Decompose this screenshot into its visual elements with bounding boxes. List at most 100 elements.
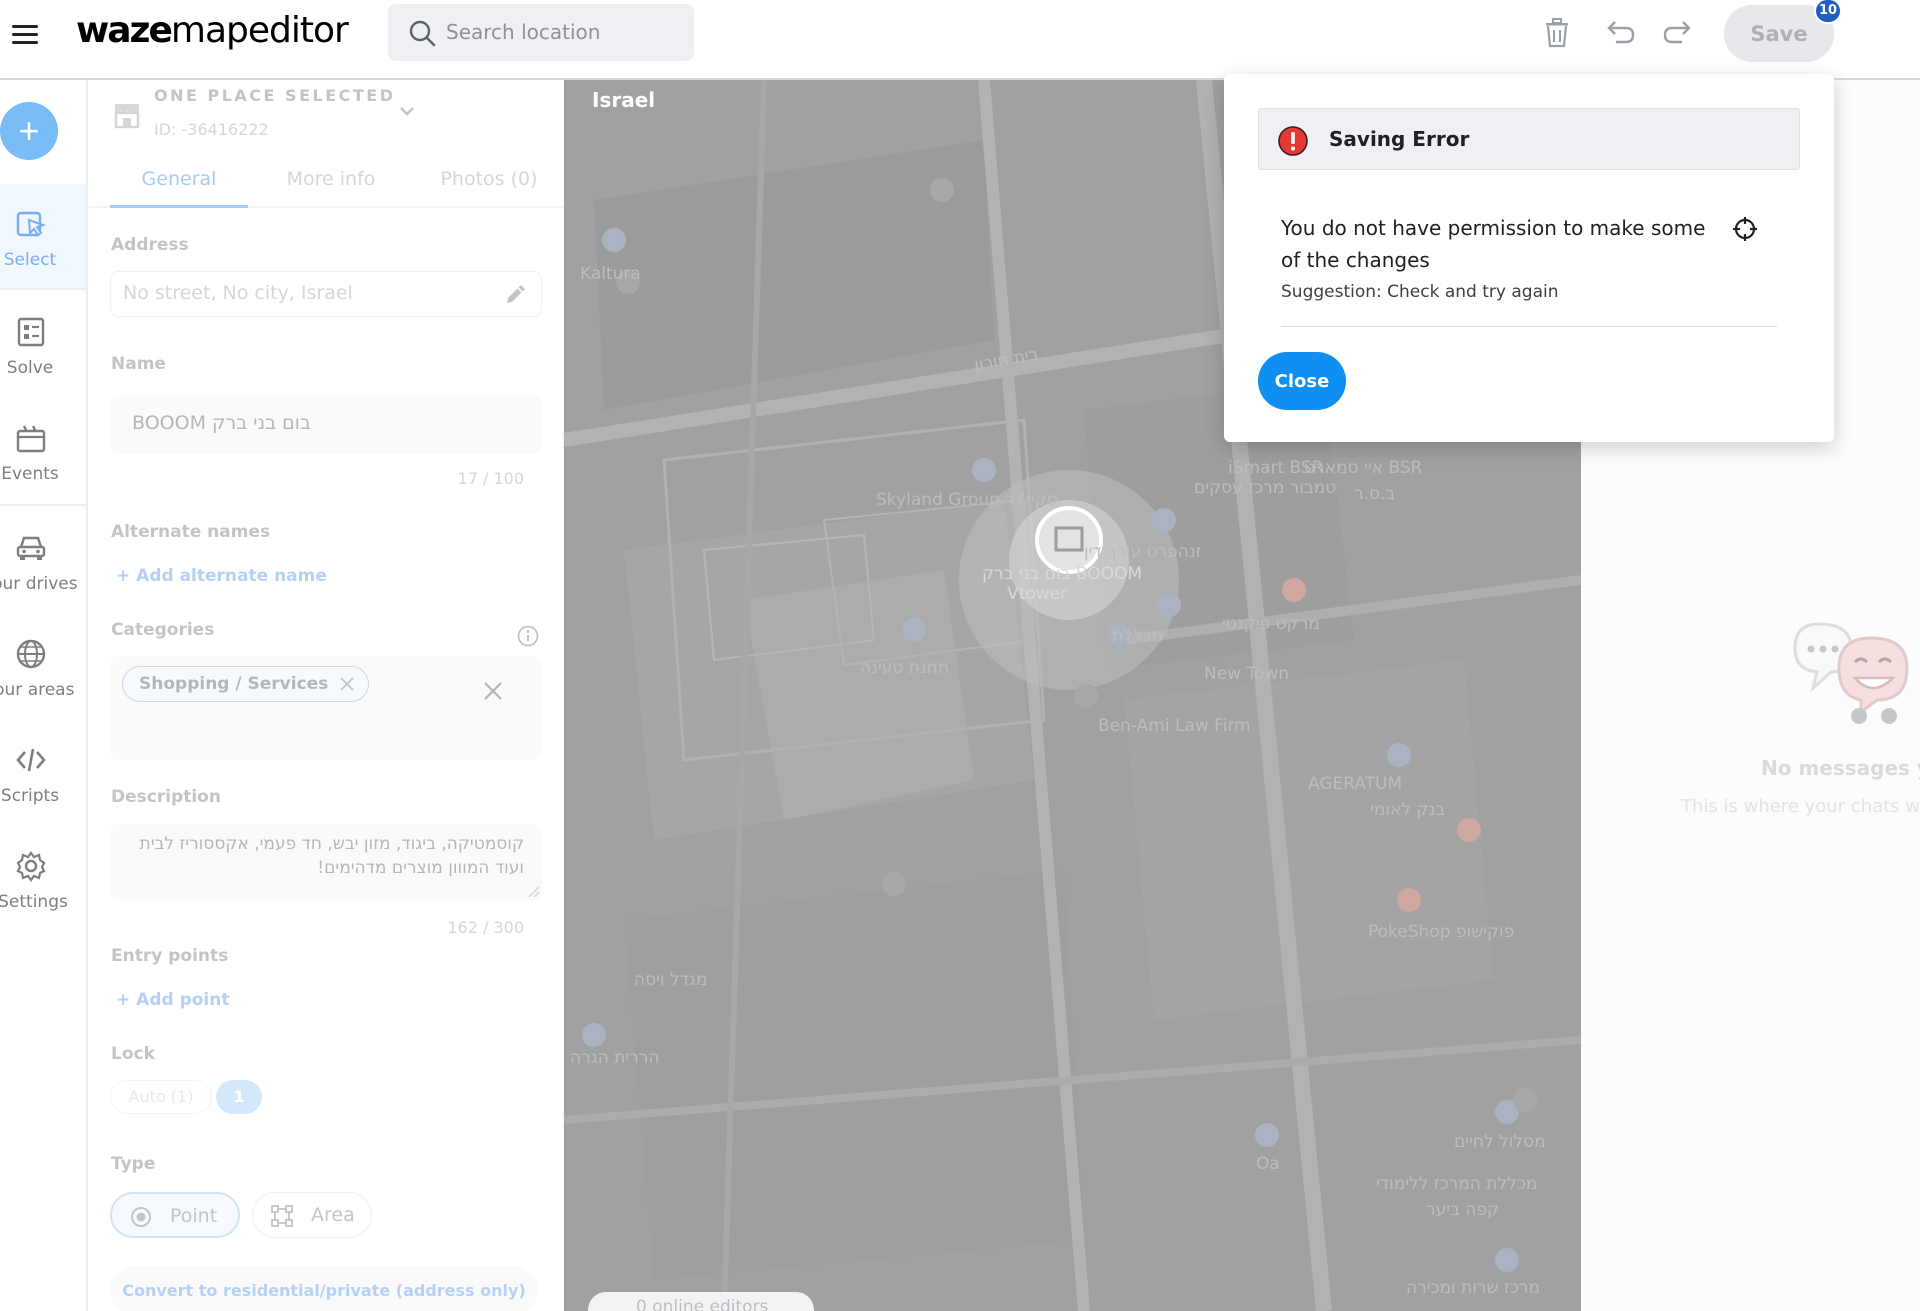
map-label: Ben-Ami Law Firm: [1098, 716, 1251, 736]
clear-categories-icon[interactable]: [482, 680, 504, 702]
rail-item-settings[interactable]: Settings: [0, 826, 86, 932]
events-icon: [16, 425, 46, 453]
map-label: בנק לאומי: [1370, 800, 1446, 820]
online-editors-pill[interactable]: 0 online editors: [588, 1292, 814, 1311]
hamburger-menu-icon[interactable]: [12, 22, 38, 44]
chat-empty-title: No messages yet: [1761, 756, 1920, 780]
name-input[interactable]: בום בני ברק BOOOM: [110, 396, 542, 454]
dialog-suggestion: Suggestion: Check and try again: [1281, 282, 1559, 302]
close-button[interactable]: Close: [1258, 352, 1346, 410]
type-point-label: Point: [170, 1205, 218, 1227]
rail-label: Scripts: [0, 786, 60, 806]
map-country-label: Israel: [592, 88, 656, 112]
rail-label: Your areas: [0, 680, 75, 700]
crosshair-icon[interactable]: [1732, 216, 1758, 242]
undo-icon[interactable]: [1602, 16, 1636, 50]
categories-label: Categories: [111, 620, 215, 640]
name-label: Name: [111, 354, 166, 374]
redo-icon[interactable]: [1662, 16, 1696, 50]
map-label: מגדל ויסה: [634, 970, 708, 990]
selection-header: ONE PLACE SELECTED ID: -36416222: [88, 80, 563, 166]
rail-label: Your drives: [0, 574, 78, 594]
add-point-link[interactable]: + Add point: [116, 990, 229, 1010]
dialog-message: You do not have permission to make some …: [1281, 216, 1706, 272]
saving-error-dialog: Saving Error You do not have permission …: [1224, 74, 1834, 442]
map-label: מרקט פיקנטי: [1222, 614, 1320, 634]
search-icon: [409, 20, 436, 47]
car-icon: [16, 536, 46, 560]
panel-tabs: General More info Photos (0): [88, 156, 563, 208]
left-rail: + Select Solve Events ur drives ur areas…: [0, 80, 88, 1311]
globe-icon: [16, 639, 46, 669]
search-input[interactable]: [446, 16, 686, 48]
map-label: טמבור מרכז עסקים: [1194, 478, 1337, 498]
resize-handle-icon[interactable]: [526, 884, 540, 898]
rail-divider: [0, 504, 86, 506]
top-bar: wazemapeditor Save 10: [0, 0, 1920, 80]
rail-item-scripts[interactable]: Scripts: [0, 720, 86, 826]
select-icon: [16, 211, 47, 237]
type-label: Type: [111, 1154, 156, 1174]
dialog-title: Saving Error: [1329, 127, 1470, 151]
radio-selected-icon: [131, 1207, 151, 1227]
map-label: iSmart BSR: [1228, 458, 1324, 478]
tab-more-info[interactable]: More info: [254, 156, 408, 208]
rail-item-solve[interactable]: Solve: [0, 292, 86, 398]
category-chip[interactable]: Shopping / Services: [122, 666, 370, 702]
map-label: מרכז שרות ומכירה: [1406, 1278, 1540, 1298]
address-field[interactable]: No street, No city, Israel: [110, 271, 542, 317]
selection-id: ID: -36416222: [154, 120, 269, 139]
remove-category-icon[interactable]: [338, 675, 356, 693]
pencil-icon[interactable]: [503, 281, 529, 307]
map-label: מכללת המרכז ללימודי: [1376, 1174, 1538, 1194]
type-point-button[interactable]: Point: [110, 1192, 240, 1238]
map-label: Vtower: [1007, 584, 1068, 604]
dialog-header: Saving Error: [1258, 108, 1800, 170]
code-icon: [16, 748, 46, 772]
description-input[interactable]: קוסמטיקה, ביגוד, מזון יבש, חד פעמי, אקסס…: [110, 824, 542, 900]
map-label: בום בני ברק BOOOM: [982, 564, 1143, 584]
description-counter: 162 / 300: [447, 918, 524, 937]
map-label: קפה ביער: [1426, 1200, 1500, 1220]
map-label: מכללת: [1112, 626, 1164, 646]
pending-changes-badge: 10: [1814, 0, 1842, 24]
rail-label: Solve: [6, 358, 54, 378]
map-label: זנהפרט עורך דין: [1084, 542, 1202, 562]
map-label: Skyland Group סקילנד: [876, 490, 1059, 510]
info-icon[interactable]: [516, 624, 540, 648]
add-button[interactable]: +: [0, 102, 58, 160]
rail-item-your-drives[interactable]: Your drives: [0, 508, 86, 614]
tab-photos[interactable]: Photos (0): [414, 156, 563, 208]
rail-item-your-areas[interactable]: Your areas: [0, 614, 86, 720]
dialog-divider: [1281, 326, 1777, 327]
edit-panel: ONE PLACE SELECTED ID: -36416222 General…: [88, 80, 564, 1311]
type-area-label: Area: [311, 1204, 355, 1226]
address-value: No street, No city, Israel: [123, 282, 353, 304]
lock-level-1-option[interactable]: 1: [216, 1080, 262, 1114]
chevron-down-icon[interactable]: [396, 100, 418, 122]
lock-auto-option[interactable]: Auto (1): [110, 1080, 212, 1114]
selection-title: ONE PLACE SELECTED: [154, 86, 396, 105]
categories-field[interactable]: Shopping / Services: [110, 656, 542, 760]
map-label: ב.ס.ר: [1354, 484, 1396, 504]
area-icon: [271, 1205, 293, 1227]
rail-label: Settings: [0, 892, 68, 912]
gear-icon: [16, 851, 46, 882]
description-value: קוסמטיקה, ביגוד, מזון יבש, חד פעמי, אקסס…: [139, 834, 524, 878]
trash-icon[interactable]: [1540, 16, 1574, 50]
map-label: Kaltura: [580, 264, 641, 284]
rail-label: Events: [1, 464, 59, 484]
rail-item-events[interactable]: Events: [0, 398, 86, 504]
name-counter: 17 / 100: [457, 469, 524, 488]
map-label: תחנת טעינה: [860, 658, 950, 678]
convert-residential-button[interactable]: Convert to residential/private (address …: [110, 1266, 538, 1311]
rail-item-select[interactable]: Select: [0, 184, 86, 290]
lock-label: Lock: [111, 1044, 155, 1064]
add-alternate-name-link[interactable]: + Add alternate name: [116, 566, 327, 586]
tab-general[interactable]: General: [110, 156, 248, 208]
chat-bubbles-icon: [1793, 622, 1909, 724]
online-editors-label: 0 online editors: [636, 1297, 769, 1311]
search-bar[interactable]: [388, 4, 694, 61]
alternate-names-label: Alternate names: [111, 522, 271, 542]
type-area-button[interactable]: Area: [252, 1192, 372, 1238]
